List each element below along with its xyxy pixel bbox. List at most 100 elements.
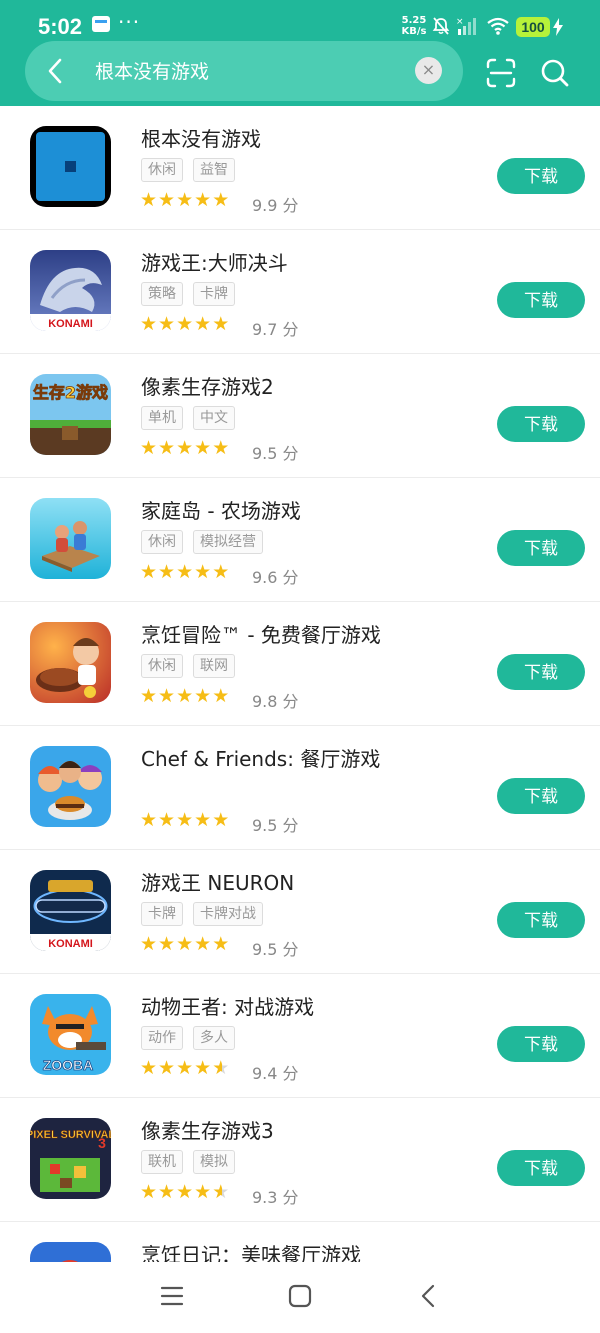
star-icon: ★ bbox=[194, 1181, 213, 1203]
star-icon: ★ bbox=[194, 685, 213, 707]
star-icon: ★ bbox=[140, 561, 159, 583]
scan-icon[interactable] bbox=[486, 58, 516, 88]
star-icon: ★ bbox=[158, 933, 177, 955]
star-icon: ★ bbox=[194, 313, 213, 335]
download-button[interactable]: 下载 bbox=[497, 654, 585, 690]
app-row[interactable]: Chef & Friends: 餐厅游戏 ★★★★★ 9.5 分 下载 bbox=[0, 726, 600, 850]
rating-stars: ★★★★★ bbox=[140, 933, 230, 955]
yugioh-neuron-icon[interactable]: KONAMI bbox=[30, 870, 111, 951]
rating-score: 9.5 分 bbox=[252, 816, 299, 835]
download-button[interactable]: 下载 bbox=[497, 406, 585, 442]
star-icon: ★ bbox=[140, 189, 159, 211]
app-name[interactable]: 像素生存游戏3 bbox=[141, 1115, 274, 1144]
search-input[interactable] bbox=[93, 41, 397, 103]
app-tags: 单机 中文 bbox=[141, 406, 235, 430]
search-results-list[interactable]: 根本没有游戏 休闲 益智 ★★★★★ 9.9 分 下载 KONAMI 游戏王:大… bbox=[0, 106, 600, 1262]
download-button[interactable]: 下载 bbox=[497, 902, 585, 938]
charging-icon bbox=[553, 18, 563, 36]
star-icon: ★ bbox=[176, 437, 195, 459]
download-button[interactable]: 下载 bbox=[497, 282, 585, 318]
family-island-icon[interactable] bbox=[30, 498, 111, 579]
app-row[interactable]: 家庭岛 - 农场游戏 休闲 模拟经营 ★★★★★ 9.6 分 下载 bbox=[0, 478, 600, 602]
star-icon: ★ bbox=[212, 685, 231, 707]
svg-text:3: 3 bbox=[98, 1135, 106, 1151]
star-icon: ★ bbox=[176, 189, 195, 211]
star-icon: ★ bbox=[176, 809, 195, 831]
app-tags: 卡牌 卡牌对战 bbox=[141, 902, 263, 926]
app-tag: 模拟 bbox=[193, 1150, 235, 1174]
rating-score: 9.5 分 bbox=[252, 444, 299, 463]
download-button[interactable]: 下载 bbox=[497, 530, 585, 566]
app-tag: 模拟经营 bbox=[193, 530, 263, 554]
app-name[interactable]: 游戏王:大师决斗 bbox=[141, 247, 288, 276]
menu-icon[interactable] bbox=[160, 1284, 184, 1308]
download-button[interactable]: 下载 bbox=[497, 158, 585, 194]
app-tag: 卡牌 bbox=[141, 902, 183, 926]
app-header: 5:02 ··· 5.25 KB/s × 100 根本没有游戏 × bbox=[0, 0, 600, 106]
app-name[interactable]: 烹饪日记：美味餐厅游戏 bbox=[141, 1239, 361, 1262]
rating-score: 9.7 分 bbox=[252, 320, 299, 339]
home-icon[interactable] bbox=[288, 1284, 312, 1308]
app-tag: 策略 bbox=[141, 282, 183, 306]
star-icon: ★ bbox=[194, 933, 213, 955]
app-row[interactable]: KONAMI 游戏王 NEURON 卡牌 卡牌对战 ★★★★★ 9.5 分 下载 bbox=[0, 850, 600, 974]
app-name[interactable]: 动物王者: 对战游戏 bbox=[141, 991, 314, 1020]
back-icon[interactable] bbox=[418, 1284, 438, 1308]
app-row[interactable]: KONAMI 游戏王:大师决斗 策略 卡牌 ★★★★★ 9.7 分 下载 bbox=[0, 230, 600, 354]
star-icon: ★ bbox=[176, 1181, 195, 1203]
star-icon: ★ bbox=[140, 685, 159, 707]
search-icon[interactable] bbox=[540, 58, 570, 88]
chef-friends-icon[interactable] bbox=[30, 746, 111, 827]
app-tag: 益智 bbox=[193, 158, 235, 182]
rating-stars: ★★★★★ bbox=[140, 809, 230, 831]
star-icon: ★ bbox=[194, 437, 213, 459]
app-row[interactable]: 烹饪冒险™ - 免费餐厅游戏 休闲 联网 ★★★★★ 9.8 分 下载 bbox=[0, 602, 600, 726]
app-row[interactable]: 根本没有游戏 休闲 益智 ★★★★★ 9.9 分 下载 bbox=[0, 106, 600, 230]
cooking-adventure-icon[interactable] bbox=[30, 622, 111, 703]
rating-stars: ★★★★★ bbox=[140, 313, 230, 335]
zooba-icon[interactable]: ZOOBA bbox=[30, 994, 111, 1075]
half-star-icon: ★ bbox=[212, 1181, 231, 1203]
download-button[interactable]: 下载 bbox=[497, 778, 585, 814]
app-name[interactable]: 烹饪冒险™ - 免费餐厅游戏 bbox=[141, 619, 381, 648]
cooking-diary-icon[interactable] bbox=[30, 1242, 111, 1262]
app-tag: 休闲 bbox=[141, 158, 183, 182]
app-name[interactable]: Chef & Friends: 餐厅游戏 bbox=[141, 743, 380, 772]
network-speed-value: 5.25 bbox=[401, 15, 427, 26]
app-tag: 休闲 bbox=[141, 530, 183, 554]
app-tags: 联机 模拟 bbox=[141, 1150, 235, 1174]
half-star-icon: ★ bbox=[212, 1057, 231, 1079]
app-row[interactable]: ZOOBA 动物王者: 对战游戏 动作 多人 ★★★★★ 9.4 分 下载 bbox=[0, 974, 600, 1098]
yugioh-master-duel-icon[interactable]: KONAMI bbox=[30, 250, 111, 331]
app-name[interactable]: 游戏王 NEURON bbox=[141, 867, 294, 896]
rating-score: 9.8 分 bbox=[252, 692, 299, 711]
app-tag: 动作 bbox=[141, 1026, 183, 1050]
pixel-survival-3-icon[interactable]: PIXEL SURVIVAL 3 bbox=[30, 1118, 111, 1199]
app-name[interactable]: 家庭岛 - 农场游戏 bbox=[141, 495, 301, 524]
rating-score: 9.3 分 bbox=[252, 1188, 299, 1207]
app-tags: 策略 卡牌 bbox=[141, 282, 235, 306]
app-row[interactable]: 生存2游戏 像素生存游戏2 单机 中文 ★★★★★ 9.5 分 下载 bbox=[0, 354, 600, 478]
wifi-icon bbox=[487, 17, 509, 35]
search-bar[interactable]: × bbox=[25, 41, 463, 103]
clear-search-button[interactable]: × bbox=[415, 57, 442, 84]
app-tag: 联机 bbox=[141, 1150, 183, 1174]
app-tags: 休闲 模拟经营 bbox=[141, 530, 263, 554]
blank-game-icon[interactable] bbox=[30, 126, 111, 207]
app-tag: 卡牌对战 bbox=[193, 902, 263, 926]
app-name[interactable]: 像素生存游戏2 bbox=[141, 371, 274, 400]
download-button[interactable]: 下载 bbox=[497, 1026, 585, 1062]
network-speed-unit: KB/s bbox=[401, 26, 427, 37]
star-icon: ★ bbox=[212, 189, 231, 211]
app-tag: 单机 bbox=[141, 406, 183, 430]
app-name[interactable]: 根本没有游戏 bbox=[141, 123, 261, 152]
app-row[interactable]: PIXEL SURVIVAL 3 像素生存游戏3 联机 模拟 ★★★★★ 9.3… bbox=[0, 1098, 600, 1222]
star-icon: ★ bbox=[176, 561, 195, 583]
app-row[interactable]: 烹饪日记：美味餐厅游戏 bbox=[0, 1222, 600, 1262]
star-icon: ★ bbox=[140, 1057, 159, 1079]
more-notifications-icon: ··· bbox=[118, 10, 141, 34]
back-arrow-icon[interactable] bbox=[43, 57, 69, 85]
pixel-survival-2-icon[interactable]: 生存2游戏 bbox=[30, 374, 111, 455]
star-icon: ★ bbox=[158, 1057, 177, 1079]
download-button[interactable]: 下载 bbox=[497, 1150, 585, 1186]
